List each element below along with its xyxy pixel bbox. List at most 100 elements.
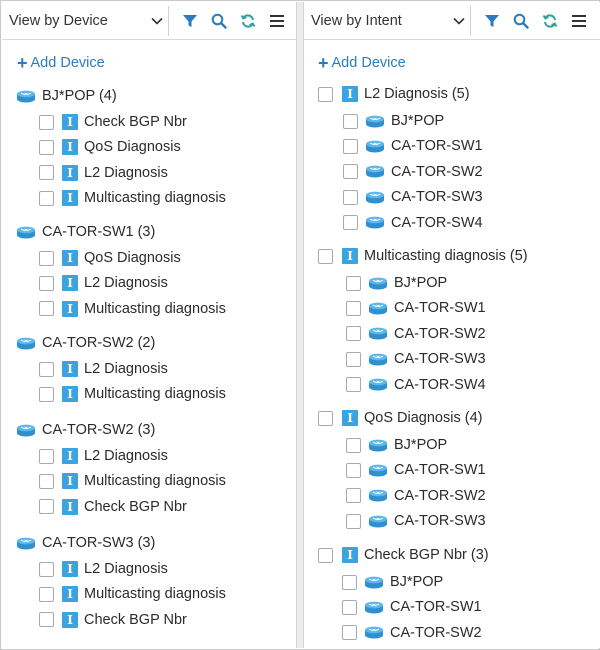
checkbox[interactable] [39, 250, 54, 266]
device-item[interactable]: CA-TOR-SW2 [342, 625, 482, 641]
device-item[interactable]: CA-TOR-SW1 [346, 462, 486, 478]
checkbox[interactable] [346, 437, 361, 453]
intent-item[interactable]: I QoS Diagnosis [39, 250, 181, 266]
window-frame: View by Device + Add Device BJ*POP (4) I C… [0, 0, 600, 650]
view-mode-select[interactable]: View by Device [6, 5, 169, 36]
checkbox[interactable] [318, 86, 333, 102]
menu-icon[interactable] [268, 12, 286, 30]
intent-item[interactable]: I Check BGP Nbr [39, 114, 187, 130]
intent-item[interactable]: I L2 Diagnosis [39, 448, 168, 464]
intent-item[interactable]: I L2 Diagnosis [39, 275, 168, 292]
checkbox[interactable] [342, 574, 357, 590]
device-node[interactable]: BJ*POP (4) [16, 88, 117, 104]
intent-item[interactable]: I Multicasting diagnosis [39, 300, 226, 317]
checkbox[interactable] [346, 513, 361, 529]
device-item[interactable]: CA-TOR-SW1 [343, 138, 483, 154]
device-item[interactable]: CA-TOR-SW4 [346, 377, 486, 393]
refresh-icon[interactable] [239, 12, 257, 30]
device-item[interactable]: CA-TOR-SW2 [343, 164, 483, 180]
checkbox[interactable] [39, 612, 54, 628]
intent-item[interactable]: I Multicasting diagnosis [39, 386, 226, 403]
device-item[interactable]: CA-TOR-SW1 [346, 300, 486, 316]
checkbox[interactable] [343, 164, 358, 180]
checkbox[interactable] [346, 462, 361, 478]
checkbox[interactable] [343, 113, 358, 129]
device-node-label: CA-TOR-SW2 (3) [42, 422, 156, 438]
checkbox[interactable] [39, 190, 54, 206]
intent-item[interactable]: I QoS Diagnosis [39, 139, 181, 156]
intent-icon: I [62, 114, 78, 130]
checkbox[interactable] [39, 165, 54, 181]
device-item[interactable]: BJ*POP [346, 275, 447, 291]
checkbox[interactable] [39, 473, 54, 489]
refresh-icon[interactable] [541, 12, 559, 30]
intent-node[interactable]: I L2 Diagnosis (5) [318, 86, 470, 102]
intent-item[interactable]: I L2 Diagnosis [39, 164, 168, 181]
intent-icon: I [62, 586, 78, 603]
intent-item[interactable]: I Check BGP Nbr [39, 498, 187, 515]
device-node[interactable]: CA-TOR-SW1 (3) [16, 224, 155, 240]
checkbox[interactable] [343, 189, 358, 205]
checkbox[interactable] [318, 248, 333, 264]
plus-icon: + [318, 53, 329, 73]
checkbox[interactable] [39, 386, 54, 402]
device-item[interactable]: CA-TOR-SW4 [343, 215, 483, 231]
checkbox[interactable] [346, 300, 361, 316]
device-item[interactable]: BJ*POP [343, 113, 444, 129]
checkbox[interactable] [342, 625, 357, 641]
checkbox[interactable] [346, 377, 361, 393]
device-item[interactable]: CA-TOR-SW2 [346, 326, 486, 342]
intent-item-label: Multicasting diagnosis [84, 190, 226, 207]
intent-item[interactable]: I Multicasting diagnosis [39, 586, 226, 603]
device-item[interactable]: BJ*POP [346, 437, 447, 453]
device-node[interactable]: CA-TOR-SW2 (2) [16, 335, 155, 351]
checkbox[interactable] [39, 114, 54, 130]
intent-item[interactable]: I Multicasting diagnosis [39, 473, 226, 490]
intent-item[interactable]: I Multicasting diagnosis [39, 190, 226, 207]
checkbox[interactable] [318, 410, 333, 426]
checkbox[interactable] [318, 547, 333, 563]
checkbox[interactable] [346, 326, 361, 342]
checkbox[interactable] [346, 275, 361, 291]
filter-icon[interactable] [483, 12, 501, 30]
intent-item[interactable]: I Check BGP Nbr [39, 611, 187, 628]
device-node[interactable]: CA-TOR-SW2 (3) [16, 422, 155, 438]
checkbox[interactable] [343, 138, 358, 154]
device-node-label: BJ*POP (4) [42, 88, 117, 104]
checkbox[interactable] [39, 139, 54, 155]
intent-node[interactable]: I Check BGP Nbr (3) [318, 547, 489, 563]
device-node[interactable]: CA-TOR-SW3 (3) [16, 535, 155, 551]
intent-node[interactable]: I QoS Diagnosis (4) [318, 410, 482, 426]
checkbox[interactable] [39, 275, 54, 291]
checkbox[interactable] [39, 448, 54, 464]
checkbox[interactable] [39, 301, 54, 317]
checkbox[interactable] [346, 351, 361, 367]
checkbox[interactable] [39, 361, 54, 377]
device-item[interactable]: CA-TOR-SW3 [343, 189, 483, 205]
checkbox[interactable] [343, 215, 358, 231]
intent-item-label: L2 Diagnosis [84, 361, 168, 377]
device-item-label: CA-TOR-SW2 [391, 163, 483, 180]
checkbox[interactable] [342, 599, 357, 615]
device-item[interactable]: CA-TOR-SW3 [346, 351, 486, 367]
search-icon[interactable] [512, 12, 530, 30]
filter-icon[interactable] [181, 12, 199, 30]
intent-item[interactable]: I L2 Diagnosis [39, 361, 168, 377]
device-item[interactable]: CA-TOR-SW2 [346, 488, 486, 504]
checkbox[interactable] [39, 499, 54, 515]
intent-item-label: Multicasting diagnosis [84, 473, 226, 490]
device-item[interactable]: BJ*POP [342, 574, 443, 590]
menu-icon[interactable] [570, 12, 588, 30]
device-item[interactable]: CA-TOR-SW3 [346, 513, 486, 529]
view-mode-select[interactable]: View by Intent [308, 5, 471, 36]
checkbox[interactable] [39, 586, 54, 602]
add-device-button[interactable]: + Add Device [318, 53, 406, 73]
search-icon[interactable] [210, 12, 228, 30]
checkbox[interactable] [346, 488, 361, 504]
add-device-button[interactable]: + Add Device [17, 54, 105, 72]
intent-node[interactable]: I Multicasting diagnosis (5) [318, 248, 528, 264]
checkbox[interactable] [39, 561, 54, 577]
intent-item[interactable]: I L2 Diagnosis [39, 561, 168, 577]
panel-splitter[interactable] [296, 2, 304, 648]
device-item[interactable]: CA-TOR-SW1 [342, 599, 482, 615]
